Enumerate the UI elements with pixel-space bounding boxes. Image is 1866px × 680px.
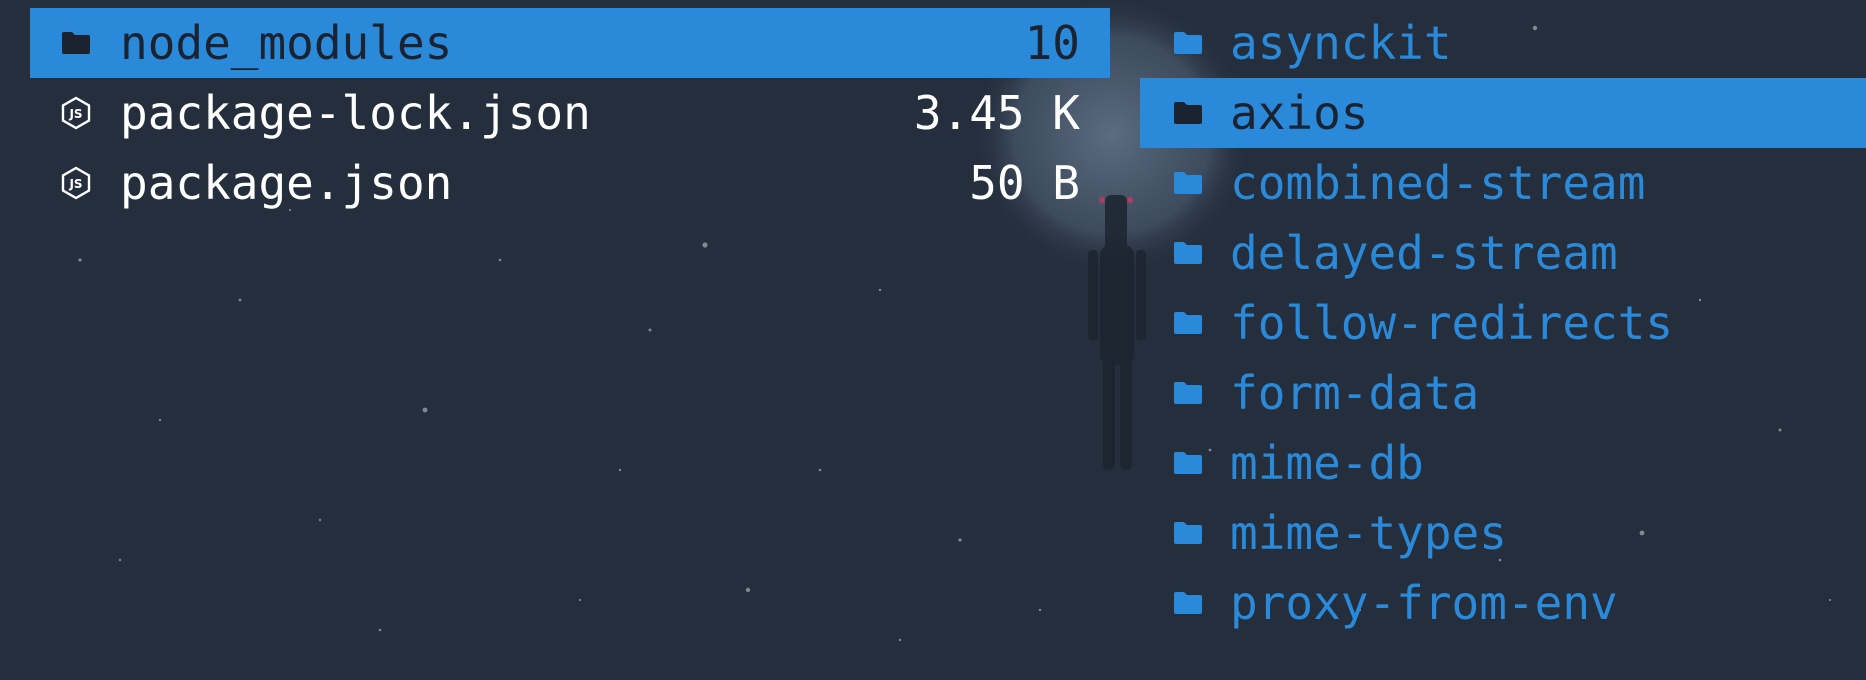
list-item-package-lock[interactable]: JS package-lock.json 3.45 K bbox=[30, 78, 1110, 148]
folder-icon bbox=[1168, 498, 1208, 568]
file-size: 10 bbox=[1024, 16, 1080, 70]
folder-name: combined-stream bbox=[1230, 156, 1646, 210]
folder-icon bbox=[1168, 428, 1208, 498]
folder-icon bbox=[56, 8, 96, 78]
folder-icon bbox=[1168, 148, 1208, 218]
file-size: 3.45 K bbox=[913, 86, 1080, 140]
folder-icon bbox=[1168, 358, 1208, 428]
file-size: 50 B bbox=[969, 156, 1080, 210]
folder-icon bbox=[1168, 288, 1208, 358]
folder-name: follow-redirects bbox=[1230, 296, 1674, 350]
folder-icon bbox=[1168, 218, 1208, 288]
folder-icon bbox=[1168, 568, 1208, 638]
file-name: package.json bbox=[120, 156, 453, 210]
nodejs-icon: JS bbox=[56, 148, 96, 218]
list-item-mime-types[interactable]: mime-types bbox=[1140, 498, 1866, 568]
folder-icon bbox=[1168, 78, 1208, 148]
list-item-proxy-from-env[interactable]: proxy-from-env bbox=[1140, 568, 1866, 638]
folder-name: asynckit bbox=[1230, 16, 1452, 70]
list-item-asynckit[interactable]: asynckit bbox=[1140, 8, 1866, 78]
list-item-follow-redirects[interactable]: follow-redirects bbox=[1140, 288, 1866, 358]
svg-text:JS: JS bbox=[68, 177, 82, 191]
list-item-node-modules[interactable]: node_modules 10 bbox=[30, 8, 1110, 78]
file-name: node_modules bbox=[120, 16, 453, 70]
list-item-delayed-stream[interactable]: delayed-stream bbox=[1140, 218, 1866, 288]
list-item-combined-stream[interactable]: combined-stream bbox=[1140, 148, 1866, 218]
right-pane: asynckit axios combined-stream delayed-s… bbox=[1140, 8, 1866, 638]
list-item-axios[interactable]: axios bbox=[1140, 78, 1866, 148]
folder-name: axios bbox=[1230, 86, 1369, 140]
list-item-package-json[interactable]: JS package.json 50 B bbox=[30, 148, 1110, 218]
list-item-form-data[interactable]: form-data bbox=[1140, 358, 1866, 428]
folder-name: delayed-stream bbox=[1230, 226, 1618, 280]
nodejs-icon: JS bbox=[56, 78, 96, 148]
svg-text:JS: JS bbox=[68, 107, 82, 121]
file-name: package-lock.json bbox=[120, 86, 591, 140]
folder-name: mime-types bbox=[1230, 506, 1507, 560]
folder-name: proxy-from-env bbox=[1230, 576, 1618, 630]
folder-name: form-data bbox=[1230, 366, 1480, 420]
list-item-mime-db[interactable]: mime-db bbox=[1140, 428, 1866, 498]
folder-icon bbox=[1168, 8, 1208, 78]
left-pane: node_modules 10 JS package-lock.json 3.4… bbox=[30, 8, 1110, 218]
folder-name: mime-db bbox=[1230, 436, 1424, 490]
